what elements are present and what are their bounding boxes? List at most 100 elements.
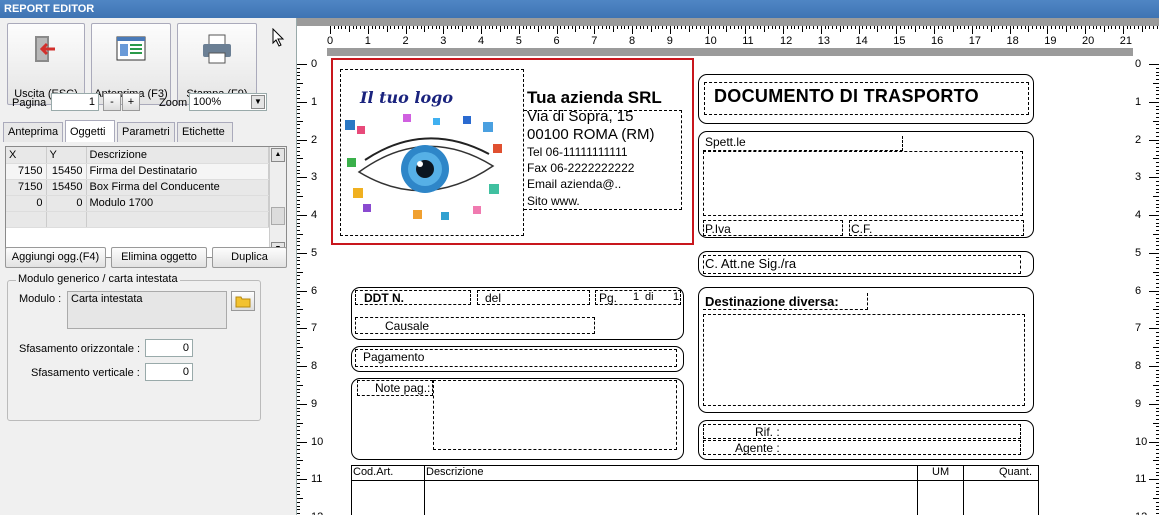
- ruler-tick: [297, 441, 307, 443]
- ruler-tick: [297, 90, 300, 92]
- tab-parametri[interactable]: Parametri: [117, 122, 175, 142]
- objects-table[interactable]: X Y Descrizione 7150 15450 Firma del Des…: [5, 146, 287, 258]
- doc-title: DOCUMENTO DI TRASPORTO: [714, 86, 979, 106]
- ruler-tick: [297, 241, 300, 243]
- ruler-tick: [297, 282, 300, 284]
- ruler-tick: [1153, 158, 1159, 160]
- cf-field[interactable]: [849, 220, 1024, 236]
- ruler-tick: [330, 26, 331, 34]
- col-x[interactable]: X: [6, 147, 47, 164]
- duplicate-button[interactable]: Duplica: [212, 247, 287, 268]
- tel-text: Tel 06-11111111111: [527, 145, 628, 159]
- module-field[interactable]: Carta intestata: [67, 291, 227, 329]
- notes-field[interactable]: [433, 380, 677, 450]
- att-field[interactable]: [703, 255, 1021, 274]
- col-desc: Descrizione: [426, 466, 484, 478]
- ruler-tick: [934, 26, 935, 34]
- col-y[interactable]: Y: [46, 147, 87, 164]
- ruler-tick: [297, 128, 300, 130]
- dest-title-field[interactable]: [703, 293, 868, 310]
- ruler-label: 11: [742, 35, 754, 47]
- report-page[interactable]: Il tuo logo Tua azienda SRL Via di Sopra…: [327, 56, 1133, 515]
- scroll-thumb[interactable]: [271, 207, 285, 225]
- ruler-tick: [545, 26, 547, 29]
- table-row[interactable]: 7150 15450 Box Firma del Conducente: [6, 179, 269, 196]
- dest-address-frame[interactable]: [703, 314, 1025, 406]
- mouse-cursor-icon: [272, 27, 286, 51]
- ruler-tick: [297, 109, 300, 111]
- page-input[interactable]: 1: [51, 93, 99, 111]
- del-date-field[interactable]: [477, 290, 590, 305]
- chevron-down-icon[interactable]: ▼: [251, 95, 265, 109]
- table-row[interactable]: [6, 211, 269, 228]
- ruler-tick: [337, 26, 339, 29]
- piva-field[interactable]: [703, 220, 843, 236]
- report-canvas-area[interactable]: 0 1 2 3 4 5 6 7 8 9 10 11 12 13 14 15 16 17 18 19 20 21 01234…: [297, 18, 1159, 515]
- ruler-tick: [771, 26, 773, 29]
- ruler-tick: [548, 26, 550, 29]
- ruler-tick: [1145, 26, 1147, 29]
- ruler-tick: [297, 120, 303, 122]
- ruler-tick: [297, 173, 300, 175]
- browse-button[interactable]: [231, 291, 255, 311]
- ruler-label: 4: [1135, 209, 1142, 221]
- ruler-tick: [297, 116, 300, 118]
- ruler-tick: [297, 230, 300, 232]
- ruler-tick: [1047, 26, 1049, 34]
- tab-etichette[interactable]: Etichette: [177, 122, 233, 142]
- scroll-up-icon[interactable]: ▲: [271, 148, 285, 162]
- col-descrizione[interactable]: Descrizione: [86, 147, 269, 164]
- ruler-label: 5: [1135, 246, 1142, 259]
- ruler-tick: [297, 464, 300, 466]
- page-minus-button[interactable]: -: [103, 93, 121, 111]
- ruler-label: 11: [311, 473, 323, 486]
- ruler-tick: [854, 26, 856, 29]
- ruler-tick: [297, 169, 300, 171]
- spett-field[interactable]: [703, 136, 903, 151]
- ruler-tick: [673, 26, 675, 29]
- ruler-tick: [484, 26, 486, 29]
- cell-x: 0: [6, 195, 47, 212]
- ruler-tick: [786, 26, 788, 29]
- ruler-label: 9: [311, 397, 318, 410]
- delete-object-button[interactable]: Elimina oggetto: [111, 247, 207, 268]
- table-scrollbar[interactable]: ▲ ▼: [269, 147, 286, 257]
- page-number-field[interactable]: [595, 290, 681, 305]
- ruler-tick: [1153, 309, 1159, 311]
- ruler-tick: [794, 26, 796, 29]
- ruler-tick: [522, 26, 524, 29]
- ruler-tick: [297, 513, 300, 515]
- ruler-tick: [458, 26, 460, 29]
- table-row[interactable]: 0 0 Modulo 1700: [6, 195, 269, 212]
- v-offset-input[interactable]: 0: [145, 363, 193, 381]
- ruler-tick: [297, 222, 300, 224]
- table-row[interactable]: 7150 15450 Firma del Destinatario: [6, 163, 269, 180]
- ruler-tick: [297, 97, 300, 99]
- payment-field[interactable]: [355, 349, 677, 367]
- ruler-tick: [703, 26, 705, 29]
- h-offset-input[interactable]: 0: [145, 339, 193, 357]
- ruler-tick: [297, 264, 300, 266]
- ruler-tick: [990, 26, 992, 32]
- note-label-frame[interactable]: [357, 380, 433, 396]
- ruler-tick: [737, 26, 739, 29]
- causale-field[interactable]: [355, 317, 595, 334]
- ruler-label: 13: [817, 35, 830, 47]
- vertical-ruler: 0123456789101112: [297, 48, 327, 515]
- tab-oggetti[interactable]: Oggetti: [65, 120, 115, 142]
- add-object-button[interactable]: Aggiungi ogg.(F4): [5, 247, 106, 268]
- ruler-tick: [647, 26, 649, 29]
- recipient-address-frame[interactable]: [703, 151, 1023, 216]
- ruler-tick: [297, 509, 300, 511]
- ruler-tick: [828, 26, 830, 29]
- ruler-tick: [297, 358, 300, 360]
- page-plus-button[interactable]: +: [122, 93, 140, 111]
- ruler-tick: [1153, 347, 1159, 349]
- zoom-select[interactable]: 100% ▼: [189, 93, 267, 111]
- ruler-tick: [297, 226, 300, 228]
- rif-field[interactable]: [703, 424, 1021, 439]
- ruler-tick: [1149, 252, 1159, 254]
- tab-anteprima[interactable]: Anteprima: [3, 122, 63, 142]
- ruler-tick: [473, 26, 475, 29]
- ddt-number-field[interactable]: [355, 290, 471, 305]
